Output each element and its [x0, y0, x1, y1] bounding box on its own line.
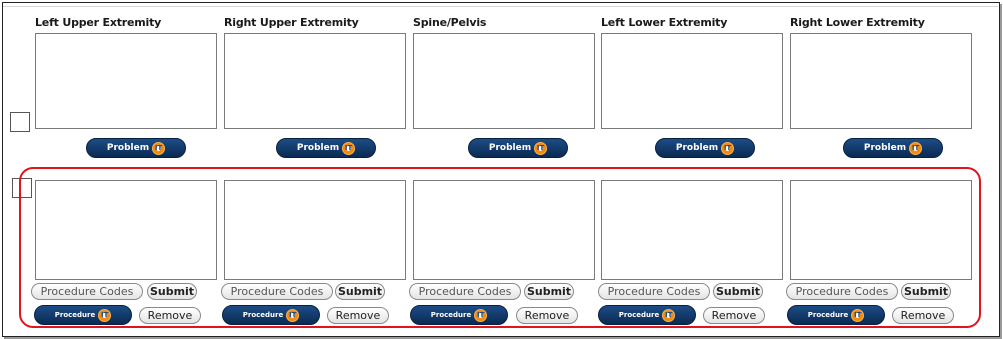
remove-button-spine-pelvis[interactable]: Remove: [516, 307, 578, 324]
procedure-it-button-left-lower[interactable]: Procedure IT: [598, 305, 696, 325]
problem-notes-left-upper[interactable]: [35, 33, 217, 129]
column-title-right-upper: Right Upper Extremity: [224, 16, 359, 29]
it-logo-icon: IT: [534, 141, 548, 155]
procedure-notes-left-upper[interactable]: [35, 180, 217, 280]
procedure-codes-button-left-upper[interactable]: Procedure Codes: [31, 283, 143, 300]
it-logo-icon: IT: [474, 308, 488, 322]
it-logo-icon: IT: [152, 141, 166, 155]
column-title-left-lower: Left Lower Extremity: [601, 16, 728, 29]
problem-button-label: Problem: [296, 143, 340, 153]
procedure-button-label: Procedure: [618, 311, 660, 319]
it-logo-icon: IT: [342, 141, 356, 155]
remove-button-right-upper[interactable]: Remove: [327, 307, 389, 324]
problem-row-checkbox[interactable]: [10, 112, 30, 132]
problem-it-button-spine-pelvis[interactable]: Problem IT: [468, 138, 568, 158]
problem-notes-spine-pelvis[interactable]: [413, 33, 595, 129]
submit-button-left-upper[interactable]: Submit: [147, 283, 197, 300]
procedure-row-checkbox[interactable]: [12, 178, 32, 198]
problem-button-label: Problem: [106, 143, 150, 153]
top-divider: [3, 6, 998, 7]
column-title-right-lower: Right Lower Extremity: [790, 16, 925, 29]
problem-button-label: Problem: [488, 143, 532, 153]
problem-button-label: Problem: [675, 143, 719, 153]
procedure-button-label: Procedure: [54, 311, 96, 319]
it-logo-icon: IT: [851, 308, 865, 322]
procedure-it-button-right-lower[interactable]: Procedure IT: [787, 305, 885, 325]
it-logo-icon: IT: [662, 308, 676, 322]
it-logo-icon: IT: [909, 141, 923, 155]
submit-button-right-upper[interactable]: Submit: [335, 283, 385, 300]
procedure-button-label: Procedure: [242, 311, 284, 319]
problem-it-button-right-lower[interactable]: Problem IT: [843, 138, 943, 158]
remove-button-right-lower[interactable]: Remove: [892, 307, 954, 324]
procedure-it-button-spine-pelvis[interactable]: Procedure IT: [410, 305, 508, 325]
it-logo-icon: IT: [286, 308, 300, 322]
procedure-codes-button-left-lower[interactable]: Procedure Codes: [598, 283, 710, 300]
procedure-codes-button-right-upper[interactable]: Procedure Codes: [221, 283, 333, 300]
procedure-codes-button-spine-pelvis[interactable]: Procedure Codes: [409, 283, 521, 300]
problem-it-button-left-upper[interactable]: Problem IT: [86, 138, 186, 158]
procedure-notes-spine-pelvis[interactable]: [413, 180, 595, 280]
problem-notes-left-lower[interactable]: [601, 33, 783, 129]
problem-notes-right-upper[interactable]: [224, 33, 406, 129]
procedure-notes-left-lower[interactable]: [601, 180, 783, 280]
problem-notes-right-lower[interactable]: [790, 33, 972, 129]
problem-it-button-right-upper[interactable]: Problem IT: [276, 138, 376, 158]
procedure-notes-right-upper[interactable]: [224, 180, 406, 280]
procedure-it-button-right-upper[interactable]: Procedure IT: [222, 305, 320, 325]
procedure-codes-button-right-lower[interactable]: Procedure Codes: [786, 283, 898, 300]
remove-button-left-lower[interactable]: Remove: [703, 307, 765, 324]
it-logo-icon: IT: [98, 308, 112, 322]
column-title-spine-pelvis: Spine/Pelvis: [413, 16, 487, 29]
remove-button-left-upper[interactable]: Remove: [139, 307, 201, 324]
procedure-it-button-left-upper[interactable]: Procedure IT: [34, 305, 132, 325]
submit-button-right-lower[interactable]: Submit: [901, 283, 951, 300]
problem-button-label: Problem: [863, 143, 907, 153]
procedure-button-label: Procedure: [430, 311, 472, 319]
procedure-button-label: Procedure: [807, 311, 849, 319]
submit-button-left-lower[interactable]: Submit: [713, 283, 763, 300]
column-title-left-upper: Left Upper Extremity: [35, 16, 162, 29]
it-logo-icon: IT: [721, 141, 735, 155]
problem-it-button-left-lower[interactable]: Problem IT: [655, 138, 755, 158]
procedure-notes-right-lower[interactable]: [790, 180, 972, 280]
submit-button-spine-pelvis[interactable]: Submit: [524, 283, 574, 300]
